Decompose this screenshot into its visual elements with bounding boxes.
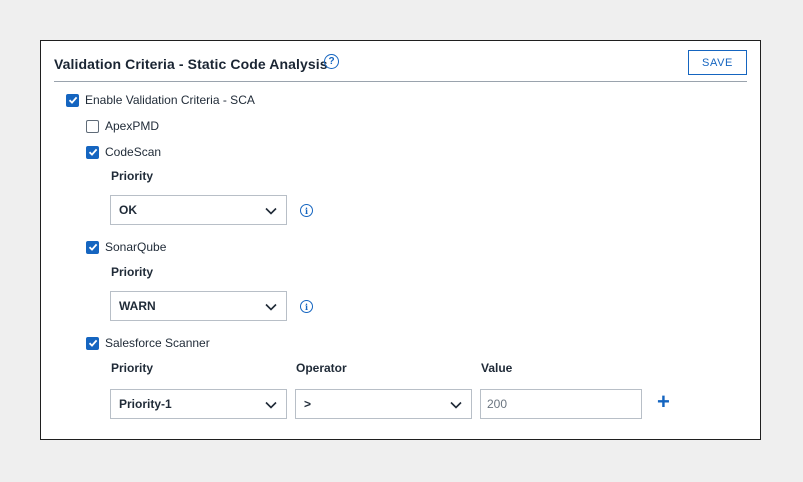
sonarqube-label: SonarQube	[105, 240, 167, 254]
apexpmd-label: ApexPMD	[105, 119, 160, 133]
apexpmd-checkbox-row[interactable]: ApexPMD	[86, 119, 159, 133]
codescan-priority-label: Priority	[111, 169, 154, 183]
sfscanner-label: Salesforce Scanner	[105, 336, 210, 350]
question-circle-icon[interactable]: ?	[324, 54, 339, 69]
info-circle-icon[interactable]: i	[300, 300, 313, 313]
checkbox-checked[interactable]	[86, 240, 99, 254]
checkbox-checked[interactable]	[86, 336, 99, 350]
chevron-down-icon	[265, 401, 277, 409]
chevron-down-icon	[265, 207, 277, 215]
save-button[interactable]: SAVE	[688, 50, 747, 75]
info-circle-icon[interactable]: i	[300, 204, 313, 217]
sonarqube-priority-value: WARN	[119, 299, 156, 313]
sfscanner-value-input[interactable]: 200	[480, 389, 642, 419]
enable-sca-label: Enable Validation Criteria - SCA	[85, 93, 255, 107]
sfscanner-value-text: 200	[487, 397, 508, 411]
sonarqube-checkbox-row[interactable]: SonarQube	[86, 240, 166, 254]
enable-sca-checkbox-row[interactable]: Enable Validation Criteria - SCA	[66, 93, 255, 107]
chevron-down-icon	[450, 401, 462, 409]
panel-header: Validation Criteria - Static Code Analys…	[54, 41, 747, 82]
sfscanner-operator-label: Operator	[296, 361, 347, 375]
codescan-priority-value: OK	[119, 203, 137, 217]
sfscanner-operator-select[interactable]: >	[295, 389, 472, 419]
sfscanner-priority-label: Priority	[111, 361, 154, 375]
page-title: Validation Criteria - Static Code Analys…	[54, 56, 328, 72]
validation-criteria-panel: Validation Criteria - Static Code Analys…	[40, 40, 761, 440]
sonarqube-priority-label: Priority	[111, 265, 154, 279]
sfscanner-priority-select[interactable]: Priority-1	[110, 389, 287, 419]
checkbox-checked[interactable]	[66, 93, 79, 107]
sfscanner-priority-value: Priority-1	[119, 397, 172, 411]
codescan-checkbox-row[interactable]: CodeScan	[86, 145, 161, 159]
codescan-priority-select[interactable]: OK	[110, 195, 287, 225]
checkbox-checked[interactable]	[86, 145, 99, 159]
sfscanner-checkbox-row[interactable]: Salesforce Scanner	[86, 336, 210, 350]
sonarqube-priority-select[interactable]: WARN	[110, 291, 287, 321]
codescan-label: CodeScan	[105, 145, 162, 159]
sfscanner-operator-value: >	[304, 397, 312, 411]
checkbox-unchecked[interactable]	[86, 119, 99, 133]
chevron-down-icon	[265, 303, 277, 311]
plus-icon[interactable]: +	[657, 391, 670, 413]
sfscanner-value-label: Value	[481, 361, 513, 375]
